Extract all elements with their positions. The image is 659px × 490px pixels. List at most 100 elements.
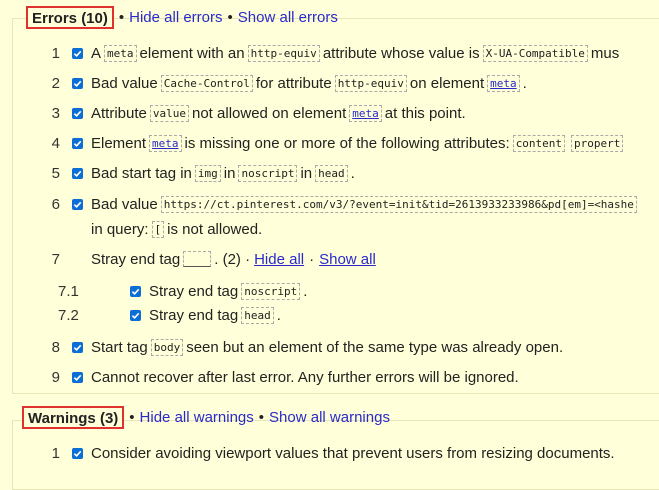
code-tag: meta bbox=[104, 44, 137, 62]
error-item-4-content: Element meta is missing one or more of t… bbox=[72, 131, 626, 155]
checkbox[interactable] bbox=[72, 198, 83, 210]
error-number: 9 bbox=[51, 368, 60, 386]
code-tag: http-equiv bbox=[247, 44, 320, 62]
bullet: • bbox=[129, 409, 135, 426]
error-item-7-content: Stray end tag . (2) · Hide all · Show al… bbox=[91, 247, 376, 271]
code-tag: head bbox=[315, 164, 348, 182]
error-number: 7 bbox=[51, 250, 60, 268]
error-text: element with an bbox=[139, 44, 245, 62]
error-text: . bbox=[350, 164, 355, 182]
error-text: seen but an element of the same type was… bbox=[186, 338, 564, 356]
error-text: Bad value bbox=[91, 74, 158, 92]
checkbox[interactable] bbox=[72, 167, 83, 179]
error-text: mus bbox=[590, 44, 620, 62]
hide-all-errors-link[interactable]: Hide all errors bbox=[129, 9, 222, 26]
error-item-2-content: Bad value Cache-Control for attribute ht… bbox=[72, 71, 527, 95]
error-number: 8 bbox=[51, 338, 60, 356]
error-text: in query: bbox=[91, 220, 149, 238]
code-tag: X-UA-Compatible bbox=[482, 44, 588, 62]
error-text: is not allowed. bbox=[167, 220, 263, 238]
checkbox[interactable] bbox=[72, 371, 83, 383]
error-number: 3 bbox=[51, 104, 60, 122]
warning-text: Consider avoiding viewport values that p… bbox=[91, 444, 615, 462]
warnings-legend: Warnings (3) • Hide all warnings • Show … bbox=[22, 406, 390, 429]
checkbox[interactable] bbox=[72, 107, 83, 119]
error-item-3-content: Attribute value not allowed on element m… bbox=[72, 101, 466, 125]
error-text: . bbox=[303, 282, 308, 300]
hide-all-warnings-link[interactable]: Hide all warnings bbox=[140, 409, 254, 426]
error-text: in bbox=[300, 164, 313, 182]
error-item-7-2-content: Stray end tag head . bbox=[130, 303, 281, 327]
code-tag: content bbox=[512, 134, 566, 152]
error-text: Stray end tag bbox=[149, 306, 239, 324]
error-number: 5 bbox=[51, 164, 60, 182]
error-number: 6 bbox=[51, 195, 60, 213]
code-tag bbox=[183, 251, 212, 267]
bullet: • bbox=[258, 409, 265, 426]
checkbox[interactable] bbox=[130, 285, 141, 297]
error-text: Element bbox=[91, 134, 147, 152]
code-tag: img bbox=[194, 164, 221, 182]
bullet: • bbox=[118, 9, 125, 26]
show-all-warnings-link[interactable]: Show all warnings bbox=[269, 409, 390, 426]
warning-item-1-content: Consider avoiding viewport values that p… bbox=[72, 441, 615, 465]
error-text: on element bbox=[409, 74, 485, 92]
error-item-9-content: Cannot recover after last error. Any fur… bbox=[72, 365, 519, 389]
warnings-title: Warnings (3) bbox=[22, 406, 125, 429]
error-text: . bbox=[276, 306, 281, 324]
error-text: Start tag bbox=[91, 338, 148, 356]
meta-link[interactable]: meta bbox=[149, 134, 182, 152]
error-text: Bad start tag in bbox=[91, 164, 192, 182]
error-number: 4 bbox=[51, 134, 60, 152]
error-text: Bad value bbox=[91, 195, 158, 213]
meta-link[interactable]: meta bbox=[349, 104, 382, 122]
error-item-8-content: Start tag body seen but an element of th… bbox=[72, 335, 563, 359]
error-number: 7.1 bbox=[58, 282, 79, 300]
errors-title: Errors (10) bbox=[26, 6, 114, 29]
error-text: for attribute bbox=[255, 74, 332, 92]
error-text: Attribute bbox=[91, 104, 147, 122]
bullet: • bbox=[227, 9, 233, 26]
error-number: 2 bbox=[51, 74, 60, 92]
error-text: . (2) · bbox=[214, 250, 251, 268]
checkbox[interactable] bbox=[72, 341, 83, 353]
code-tag: https://ct.pinterest.com/v3/?event=init&… bbox=[160, 195, 637, 213]
error-item-1-content: A meta element with an http-equiv attrib… bbox=[72, 41, 619, 65]
error-item-6-content: Bad value https://ct.pinterest.com/v3/?e… bbox=[72, 192, 640, 216]
separator: · bbox=[309, 250, 315, 268]
code-tag: Cache-Control bbox=[160, 74, 253, 92]
error-number: 1 bbox=[51, 44, 60, 62]
error-text: . bbox=[522, 74, 527, 92]
checkbox[interactable] bbox=[72, 47, 83, 59]
errors-legend: Errors (10) • Hide all errors • Show all… bbox=[26, 6, 338, 29]
error-item-5-content: Bad start tag in img in noscript in head… bbox=[72, 161, 355, 185]
code-tag: [ bbox=[151, 220, 165, 238]
error-text: A bbox=[91, 44, 102, 62]
checkbox[interactable] bbox=[72, 137, 83, 149]
checkbox[interactable] bbox=[72, 77, 83, 89]
checkbox[interactable] bbox=[130, 309, 141, 321]
hide-all-link[interactable]: Hide all bbox=[254, 251, 304, 268]
error-text: attribute whose value is bbox=[322, 44, 480, 62]
error-item-6-line2: in query: [ is not allowed. bbox=[91, 217, 262, 241]
meta-link[interactable]: meta bbox=[487, 74, 520, 92]
error-text: at this point. bbox=[384, 104, 466, 122]
warning-number: 1 bbox=[51, 444, 60, 462]
error-text: Stray end tag bbox=[91, 250, 181, 268]
code-tag: noscript bbox=[241, 282, 301, 300]
code-tag: value bbox=[149, 104, 189, 122]
show-all-errors-link[interactable]: Show all errors bbox=[238, 9, 338, 26]
code-tag: head bbox=[241, 306, 274, 324]
error-text: is missing one or more of the following … bbox=[184, 134, 510, 152]
error-text: not allowed on element bbox=[192, 104, 347, 122]
error-number: 7.2 bbox=[58, 306, 79, 324]
code-tag: propert bbox=[571, 134, 624, 152]
code-tag: http-equiv bbox=[334, 74, 407, 92]
error-text: Stray end tag bbox=[149, 282, 239, 300]
code-tag: noscript bbox=[238, 164, 298, 182]
code-tag: body bbox=[150, 338, 184, 356]
show-all-link[interactable]: Show all bbox=[319, 251, 376, 268]
error-text: in bbox=[223, 164, 236, 182]
error-text: Cannot recover after last error. Any fur… bbox=[91, 368, 519, 386]
checkbox[interactable] bbox=[72, 447, 83, 459]
